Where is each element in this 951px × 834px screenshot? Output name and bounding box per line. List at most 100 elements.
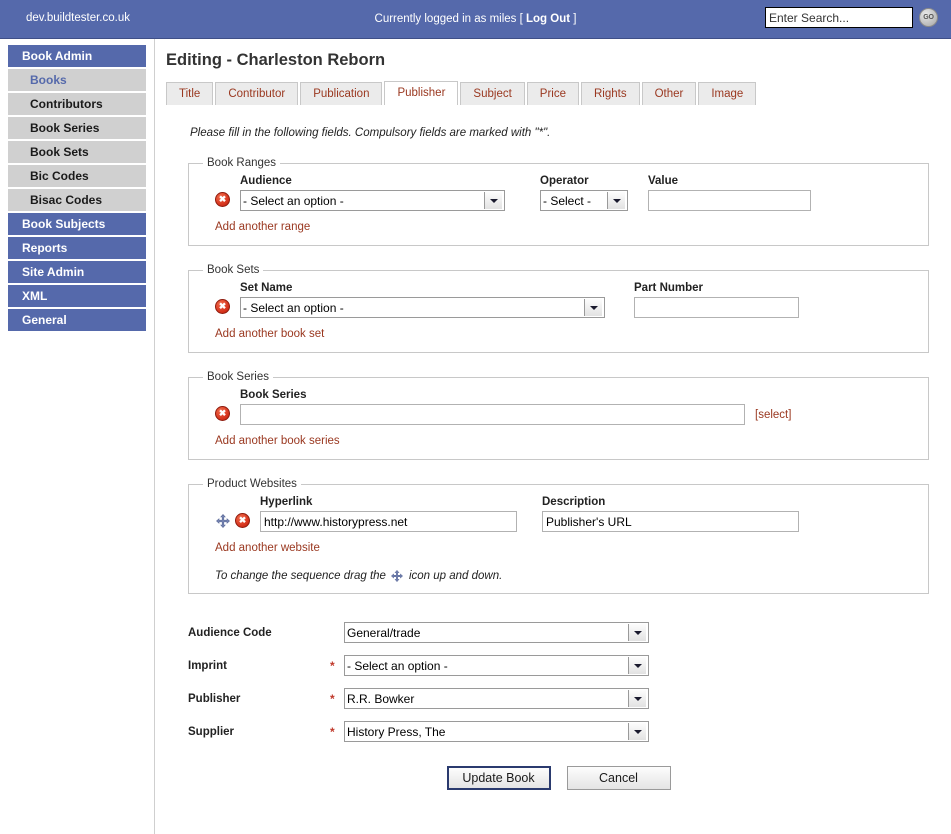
- page-body: Book Admin Books Contributors Book Serie…: [0, 39, 951, 834]
- logout-link[interactable]: Log Out: [526, 13, 570, 25]
- tab-other[interactable]: Other: [641, 82, 697, 105]
- publisher-row: Publisher * R.R. Bowker: [188, 682, 951, 715]
- hyperlink-label: Hyperlink: [260, 496, 313, 508]
- value-label: Value: [648, 175, 679, 187]
- cancel-button[interactable]: Cancel: [566, 766, 671, 790]
- part-number-label: Part Number: [634, 282, 704, 294]
- search-area: GO: [765, 7, 938, 28]
- top-bar: dev.buildtester.co.uk Currently logged i…: [0, 0, 951, 39]
- publisher-required: *: [330, 691, 335, 706]
- tab-publication[interactable]: Publication: [300, 82, 383, 105]
- book-ranges-row-icons: ✖: [215, 192, 230, 211]
- add-another-book-series-link[interactable]: Add another book series: [215, 435, 340, 447]
- tab-panel-publisher: Please fill in the following fields. Com…: [166, 127, 951, 790]
- add-another-book-set-link[interactable]: Add another book set: [215, 328, 324, 340]
- sidebar-item-xml[interactable]: XML: [8, 285, 146, 307]
- bottom-fields: Audience Code General/trade Imprint * - …: [188, 616, 951, 748]
- add-another-range-link[interactable]: Add another range: [215, 221, 310, 233]
- drag-move-icon: [390, 568, 405, 583]
- value-field: Value: [648, 175, 811, 211]
- book-series-fieldset: Book Series ✖ Book Series [select] Add a…: [188, 371, 929, 460]
- description-label: Description: [542, 496, 606, 508]
- drag-sequence-hint: To change the sequence drag the icon up …: [215, 568, 918, 583]
- page-title: Editing - Charleston Reborn: [166, 51, 386, 69]
- book-series-legend: Book Series: [207, 371, 270, 383]
- drag-move-icon[interactable]: [215, 513, 230, 528]
- publisher-select[interactable]: R.R. Bowker: [344, 688, 649, 709]
- supplier-label: Supplier: [188, 725, 235, 738]
- tab-title[interactable]: Title: [166, 82, 214, 105]
- imprint-required: *: [330, 658, 335, 673]
- supplier-select[interactable]: History Press, The: [344, 721, 649, 742]
- sidebar: Book Admin Books Contributors Book Serie…: [0, 39, 155, 834]
- sidebar-item-contributors[interactable]: Contributors: [8, 93, 146, 115]
- book-sets-fieldset: Book Sets ✖ Set Name - Select an option …: [188, 264, 929, 353]
- imprint-label: Imprint: [188, 659, 227, 672]
- tab-price[interactable]: Price: [526, 82, 579, 105]
- operator-label: Operator: [540, 175, 589, 187]
- tab-contributor[interactable]: Contributor: [215, 82, 299, 105]
- sidebar-item-book-sets[interactable]: Book Sets: [8, 141, 146, 163]
- form-buttons: Update Book Cancel: [166, 766, 951, 790]
- book-series-label: Book Series: [240, 389, 307, 401]
- part-number-input[interactable]: [634, 297, 799, 318]
- tab-rights[interactable]: Rights: [580, 82, 640, 105]
- add-another-website-link[interactable]: Add another website: [215, 542, 320, 554]
- tab-bar: Title Contributor Publication Publisher …: [166, 81, 951, 105]
- delete-icon[interactable]: ✖: [215, 406, 230, 421]
- delete-icon[interactable]: ✖: [235, 513, 250, 528]
- set-name-label: Set Name: [240, 282, 293, 294]
- drag-hint-after: icon up and down.: [408, 569, 503, 582]
- sidebar-item-site-admin[interactable]: Site Admin: [8, 261, 146, 283]
- part-number-field: Part Number: [634, 282, 799, 318]
- set-name-select[interactable]: - Select an option -: [240, 297, 605, 318]
- book-series-row-icons: ✖: [215, 406, 230, 425]
- supplier-row: Supplier * History Press, The: [188, 715, 951, 748]
- operator-select[interactable]: - Select -: [540, 190, 628, 211]
- sidebar-item-bisac-codes[interactable]: Bisac Codes: [8, 189, 146, 211]
- search-input[interactable]: [765, 7, 913, 28]
- audience-label: Audience: [240, 175, 292, 187]
- update-book-button[interactable]: Update Book: [446, 766, 551, 790]
- set-name-field: Set Name - Select an option -: [240, 282, 605, 318]
- delete-icon[interactable]: ✖: [215, 299, 230, 314]
- tab-image[interactable]: Image: [698, 82, 757, 105]
- login-status-prefix: Currently logged in as miles [: [374, 13, 526, 25]
- product-websites-row-icons: ✖: [215, 513, 250, 532]
- book-sets-row-icons: ✖: [215, 299, 230, 318]
- tab-subject[interactable]: Subject: [460, 82, 525, 105]
- sidebar-item-book-series[interactable]: Book Series: [8, 117, 146, 139]
- book-sets-legend: Book Sets: [207, 264, 260, 276]
- sidebar-item-bic-codes[interactable]: Bic Codes: [8, 165, 146, 187]
- imprint-select[interactable]: - Select an option -: [344, 655, 649, 676]
- audience-select[interactable]: - Select an option -: [240, 190, 505, 211]
- book-ranges-legend: Book Ranges: [207, 157, 277, 169]
- delete-icon[interactable]: ✖: [215, 192, 230, 207]
- description-input[interactable]: [542, 511, 799, 532]
- sidebar-item-general[interactable]: General: [8, 309, 146, 331]
- drag-hint-before: To change the sequence drag the: [215, 569, 386, 582]
- book-series-select-link[interactable]: [select]: [755, 409, 791, 425]
- audience-code-select[interactable]: General/trade: [344, 622, 649, 643]
- book-series-input[interactable]: [240, 404, 745, 425]
- book-series-field: Book Series: [240, 389, 745, 425]
- audience-field: Audience - Select an option -: [240, 175, 505, 211]
- publisher-label: Publisher: [188, 692, 241, 705]
- operator-field: Operator - Select -: [540, 175, 628, 211]
- search-go-button[interactable]: GO: [919, 8, 938, 27]
- value-input[interactable]: [648, 190, 811, 211]
- tab-publisher[interactable]: Publisher: [384, 81, 459, 105]
- sidebar-item-book-subjects[interactable]: Book Subjects: [8, 213, 146, 235]
- audience-code-label: Audience Code: [188, 626, 272, 639]
- main-content: Editing - Charleston Reborn Title Contri…: [155, 39, 951, 834]
- intro-note: Please fill in the following fields. Com…: [190, 127, 551, 139]
- sidebar-item-book-admin[interactable]: Book Admin: [8, 45, 146, 67]
- sidebar-item-reports[interactable]: Reports: [8, 237, 146, 259]
- hyperlink-input[interactable]: [260, 511, 517, 532]
- product-websites-legend: Product Websites: [207, 478, 297, 490]
- book-ranges-fieldset: Book Ranges ✖ Audience - Select an optio…: [188, 157, 929, 246]
- audience-code-row: Audience Code General/trade: [188, 616, 951, 649]
- description-field: Description: [542, 496, 799, 532]
- hyperlink-field: Hyperlink: [260, 496, 517, 532]
- sidebar-item-books[interactable]: Books: [8, 69, 146, 91]
